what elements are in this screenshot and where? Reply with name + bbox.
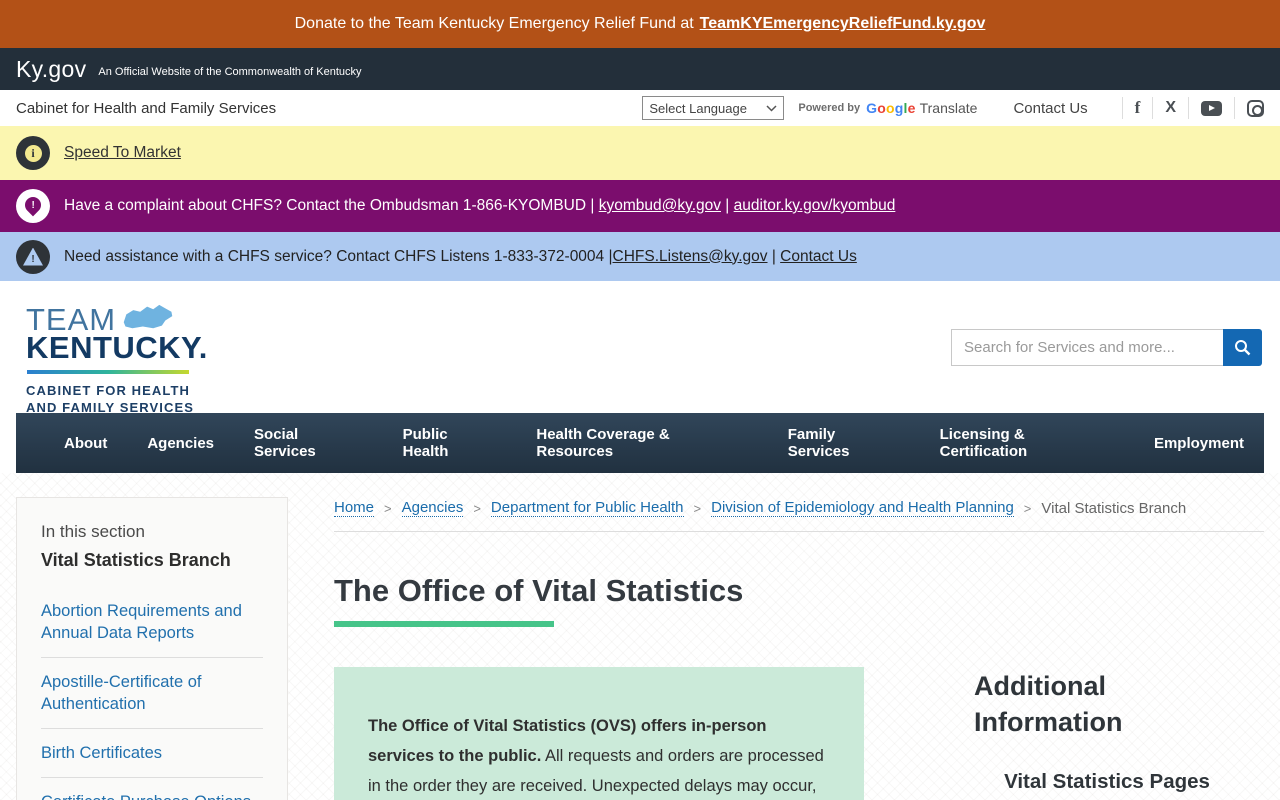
- nav-social-services[interactable]: Social Services: [234, 426, 383, 460]
- breadcrumb-separator: >: [473, 501, 481, 516]
- site-search: [951, 329, 1262, 366]
- alert-speed-to-market: i Speed To Market: [0, 126, 1280, 180]
- sidebar-title: Vital Statistics Branch: [41, 550, 263, 571]
- ombudsman-text: Have a complaint about CHFS? Contact the…: [64, 197, 599, 214]
- breadcrumb-home[interactable]: Home: [334, 499, 374, 517]
- sidebar-item-certificate-purchase[interactable]: Certificate Purchase Options: [41, 777, 263, 800]
- additional-information: Additional Information Vital Statistics …: [974, 668, 1264, 794]
- logo-kentucky-text: KENTUCKY.: [26, 333, 208, 363]
- breadcrumb-separator: >: [1024, 501, 1032, 516]
- language-select-value: Select Language: [649, 101, 747, 116]
- breadcrumb-agencies[interactable]: Agencies: [402, 499, 464, 517]
- chevron-down-icon: [766, 104, 777, 112]
- breadcrumb-current: Vital Statistics Branch: [1041, 500, 1186, 517]
- nav-employment[interactable]: Employment: [1134, 435, 1264, 452]
- ombudsman-email-link[interactable]: kyombud@ky.gov: [599, 197, 721, 214]
- donation-banner: Donate to the Team Kentucky Emergency Re…: [0, 0, 1280, 48]
- speed-to-market-link[interactable]: Speed To Market: [64, 144, 181, 161]
- search-icon: [1234, 339, 1251, 356]
- divider: [1188, 97, 1189, 119]
- location-alert-icon: !: [16, 189, 50, 223]
- donation-link[interactable]: TeamKYEmergencyReliefFund.ky.gov: [700, 15, 986, 33]
- chfs-listens-text: Need assistance with a CHFS service? Con…: [64, 248, 613, 265]
- sidebar-eyebrow: In this section: [41, 522, 263, 542]
- google-logo: Google: [866, 100, 915, 116]
- facebook-icon[interactable]: f: [1135, 98, 1141, 118]
- main-header: TEAM KENTUCKY. CABINET FOR HEALTH AND FA…: [0, 281, 1280, 413]
- donation-text: Donate to the Team Kentucky Emergency Re…: [295, 15, 694, 33]
- breadcrumb: Home > Agencies > Department for Public …: [334, 499, 1186, 517]
- sidebar-item-birth-certificates[interactable]: Birth Certificates: [41, 728, 263, 777]
- youtube-icon[interactable]: [1201, 101, 1222, 116]
- contact-us-alert-link[interactable]: Contact Us: [780, 248, 857, 265]
- page-title: The Office of Vital Statistics: [334, 573, 743, 609]
- x-twitter-icon[interactable]: X: [1165, 99, 1176, 117]
- breadcrumb-epidemiology[interactable]: Division of Epidemiology and Health Plan…: [711, 499, 1014, 517]
- nav-family-services[interactable]: Family Services: [768, 426, 920, 460]
- nav-licensing[interactable]: Licensing & Certification: [920, 426, 1134, 460]
- sidebar-item-abortion-reports[interactable]: Abortion Requirements and Annual Data Re…: [41, 587, 263, 657]
- utility-right: Select Language Powered by Google Transl…: [642, 96, 1264, 120]
- warning-icon: !: [16, 240, 50, 274]
- powered-by-label: Powered by: [798, 102, 860, 114]
- breadcrumb-divider: [334, 531, 1264, 532]
- section-sidebar: In this section Vital Statistics Branch …: [16, 497, 288, 800]
- page: Donate to the Team Kentucky Emergency Re…: [0, 0, 1280, 800]
- team-kentucky-logo[interactable]: TEAM KENTUCKY. CABINET FOR HEALTH AND FA…: [26, 303, 208, 416]
- nav-agencies[interactable]: Agencies: [127, 435, 234, 452]
- search-button[interactable]: [1223, 329, 1262, 366]
- ovs-callout: The Office of Vital Statistics (OVS) off…: [334, 667, 864, 800]
- divider: [1234, 97, 1235, 119]
- separator: |: [721, 197, 734, 214]
- sidebar-list: Abortion Requirements and Annual Data Re…: [41, 587, 263, 800]
- breadcrumb-separator: >: [694, 501, 702, 516]
- search-input[interactable]: [951, 329, 1223, 366]
- kygov-logo[interactable]: Ky.gov: [16, 56, 86, 83]
- divider: [1152, 97, 1153, 119]
- breadcrumb-separator: >: [384, 501, 392, 516]
- instagram-icon[interactable]: [1247, 100, 1264, 117]
- kentucky-state-icon: [122, 303, 174, 331]
- auditor-link[interactable]: auditor.ky.gov/kyombud: [734, 197, 896, 214]
- logo-cabinet-line1: CABINET FOR HEALTH: [26, 382, 208, 399]
- logo-gradient-rule: [27, 370, 189, 374]
- nav-health-coverage[interactable]: Health Coverage & Resources: [516, 426, 767, 460]
- utility-bar: Cabinet for Health and Family Services S…: [0, 90, 1280, 126]
- title-accent-bar: [334, 621, 554, 627]
- nav-about[interactable]: About: [44, 435, 127, 452]
- sidebar-item-apostille[interactable]: Apostille-Certificate of Authentication: [41, 657, 263, 728]
- contact-us-link[interactable]: Contact Us: [1013, 100, 1087, 117]
- primary-nav: About Agencies Social Services Public He…: [16, 413, 1264, 473]
- separator: |: [768, 248, 781, 265]
- aside-title: Additional Information: [974, 668, 1174, 740]
- translate-label: Translate: [920, 100, 978, 116]
- chfs-listens-email-link[interactable]: CHFS.Listens@ky.gov: [613, 248, 768, 265]
- alert-ombudsman: ! Have a complaint about CHFS? Contact t…: [0, 180, 1280, 232]
- info-icon: i: [16, 136, 50, 170]
- state-bar: Ky.gov An Official Website of the Common…: [0, 48, 1280, 90]
- social-links: f X: [1110, 97, 1264, 119]
- language-select[interactable]: Select Language: [642, 96, 784, 120]
- alert-chfs-listens: ! Need assistance with a CHFS service? C…: [0, 232, 1280, 281]
- divider: [1122, 97, 1123, 119]
- nav-public-health[interactable]: Public Health: [383, 426, 517, 460]
- breadcrumb-public-health[interactable]: Department for Public Health: [491, 499, 684, 517]
- state-bar-tagline: An Official Website of the Commonwealth …: [98, 66, 361, 78]
- aside-subtitle: Vital Statistics Pages: [974, 770, 1240, 794]
- site-title: Cabinet for Health and Family Services: [16, 100, 276, 117]
